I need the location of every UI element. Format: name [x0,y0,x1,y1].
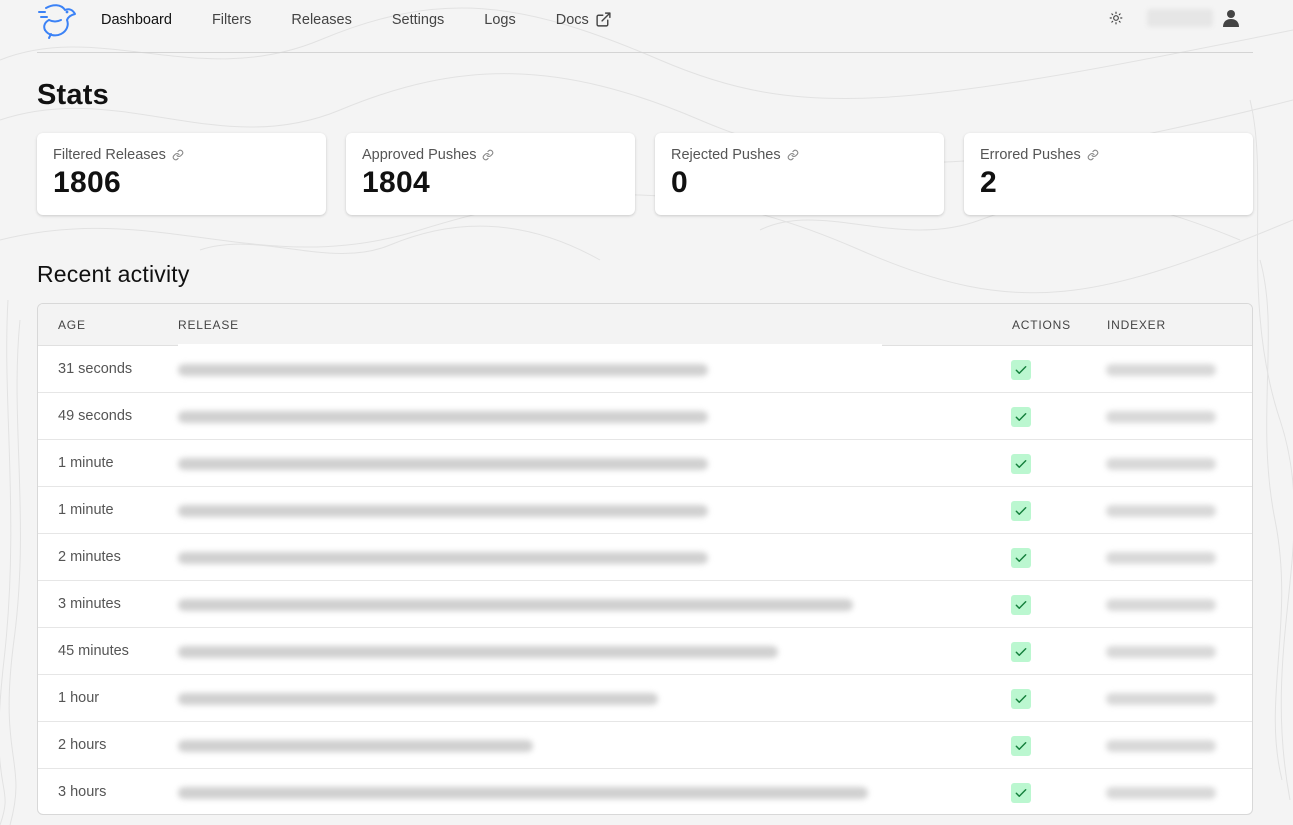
nav-logs[interactable]: Logs [484,12,515,28]
approved-check-icon[interactable] [1011,689,1031,709]
table-row[interactable]: 1 minute [38,440,1252,487]
table-row[interactable]: 1 minute [38,487,1252,534]
indexer-name-redacted [1106,505,1216,517]
approved-check-icon[interactable] [1011,548,1031,568]
table-row[interactable]: 1 hour [38,675,1252,722]
approved-check-icon[interactable] [1011,736,1031,756]
stats-title: Stats [37,79,109,111]
release-name-redacted[interactable] [178,740,533,752]
column-header-release[interactable]: RELEASE [178,318,239,332]
approved-check-icon[interactable] [1011,595,1031,615]
link-icon [483,149,494,161]
stat-card-errored-pushes[interactable]: Errored Pushes 2 [964,133,1253,215]
release-name-redacted[interactable] [178,646,778,658]
indexer-name-redacted [1106,787,1216,799]
column-header-actions[interactable]: ACTIONS [1012,318,1071,332]
approved-check-icon[interactable] [1011,783,1031,803]
table-body: 31 seconds 49 seconds 1 minute 1 minute 2 mi… [38,346,1252,814]
row-age: 31 seconds [58,361,133,377]
release-name-redacted[interactable] [178,552,708,564]
row-age: 1 minute [58,455,114,471]
link-icon [172,149,184,161]
table-row[interactable]: 45 minutes [38,628,1252,675]
row-age: 1 minute [58,502,114,518]
table-row[interactable]: 3 minutes [38,581,1252,628]
row-age: 2 hours [58,737,107,753]
sun-icon[interactable] [1109,11,1123,25]
indexer-name-redacted [1106,552,1216,564]
table-row[interactable]: 2 hours [38,722,1252,769]
table-row[interactable]: 3 hours [38,769,1252,814]
release-name-redacted[interactable] [178,787,868,799]
approved-check-icon[interactable] [1011,407,1031,427]
indexer-name-redacted [1106,411,1216,423]
stat-label: Approved Pushes [362,147,619,163]
table-row[interactable]: 49 seconds [38,393,1252,440]
approved-check-icon[interactable] [1011,360,1031,380]
link-icon [1087,149,1099,161]
username-redacted[interactable] [1147,9,1213,27]
autobrr-logo-icon[interactable] [37,0,79,40]
table-header: AGE RELEASE ACTIONS INDEXER [38,304,1252,346]
approved-check-icon[interactable] [1011,501,1031,521]
table-row[interactable]: 31 seconds [38,346,1252,393]
release-name-redacted[interactable] [178,693,658,705]
stat-value: 0 [671,166,688,199]
row-age: 45 minutes [58,643,129,659]
recent-activity-table: AGE RELEASE ACTIONS INDEXER 31 seconds 49… [37,303,1253,815]
release-name-redacted[interactable] [178,411,708,423]
row-age: 2 minutes [58,549,121,565]
indexer-name-redacted [1106,646,1216,658]
row-age: 3 hours [58,784,107,800]
stat-value: 1806 [53,166,121,199]
stat-card-approved-pushes[interactable]: Approved Pushes 1804 [346,133,635,215]
indexer-name-redacted [1106,740,1216,752]
nav-docs[interactable]: Docs [556,11,612,28]
release-name-redacted[interactable] [178,458,708,470]
row-age: 49 seconds [58,408,133,424]
release-name-redacted[interactable] [178,599,853,611]
nav-filters[interactable]: Filters [212,12,251,28]
external-link-icon [596,11,611,27]
column-header-indexer[interactable]: INDEXER [1107,318,1166,332]
stat-label: Errored Pushes [980,147,1237,163]
stat-value: 1804 [362,166,430,199]
release-name-redacted[interactable] [178,505,708,517]
column-header-age[interactable]: AGE [58,318,86,332]
main-nav: Dashboard Filters Releases Settings Logs… [101,11,652,28]
stat-value: 2 [980,166,997,199]
indexer-name-redacted [1106,693,1216,705]
stat-card-rejected-pushes[interactable]: Rejected Pushes 0 [655,133,944,215]
row-age: 3 minutes [58,596,121,612]
indexer-name-redacted [1106,458,1216,470]
stat-label: Rejected Pushes [671,147,928,163]
approved-check-icon[interactable] [1011,642,1031,662]
indexer-name-redacted [1106,599,1216,611]
nav-dashboard[interactable]: Dashboard [101,12,172,28]
table-row[interactable]: 2 minutes [38,534,1252,581]
stat-label: Filtered Releases [53,147,310,163]
release-name-redacted[interactable] [178,364,708,376]
nav-settings[interactable]: Settings [392,12,444,28]
stat-card-filtered-releases[interactable]: Filtered Releases 1806 [37,133,326,215]
top-navbar: Dashboard Filters Releases Settings Logs… [37,0,1253,53]
row-age: 1 hour [58,690,100,706]
nav-releases[interactable]: Releases [291,12,351,28]
link-icon [787,149,798,161]
indexer-name-redacted [1106,364,1216,376]
user-icon[interactable] [1223,9,1239,27]
recent-activity-title: Recent activity [37,261,190,287]
header-actions [1109,9,1239,27]
approved-check-icon[interactable] [1011,454,1031,474]
